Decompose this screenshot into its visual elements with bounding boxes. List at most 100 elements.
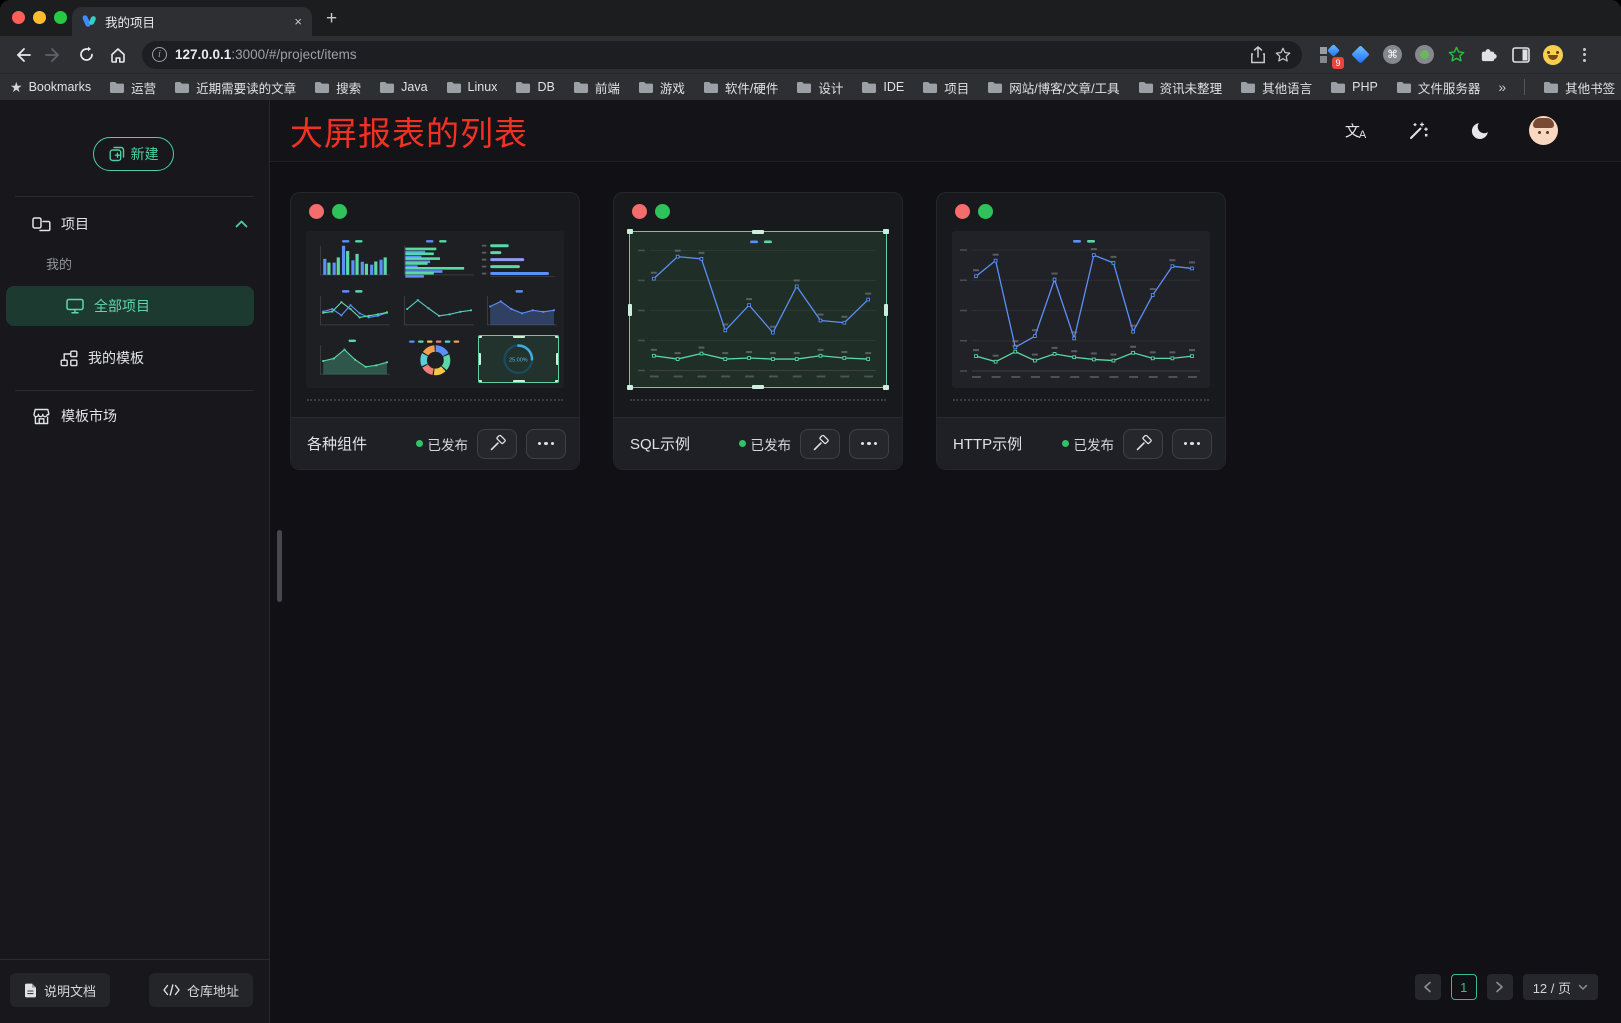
- folder-icon: [515, 81, 531, 94]
- page-title: 大屏报表的列表: [290, 107, 528, 155]
- store-icon: [32, 408, 51, 425]
- repo-button[interactable]: 仓库地址: [149, 973, 253, 1007]
- sidebar-section-projects[interactable]: 项目: [0, 205, 270, 243]
- language-toggle-icon[interactable]: 文A: [1343, 118, 1369, 144]
- dotted-divider: [307, 399, 563, 401]
- profile-smiley-icon[interactable]: [1542, 44, 1563, 65]
- page-header: 大屏报表的列表 文A: [270, 100, 1621, 162]
- evernote-extension-icon[interactable]: [1446, 44, 1467, 65]
- window-close-button[interactable]: [12, 11, 25, 24]
- bookmark-folder[interactable]: 项目: [922, 78, 969, 97]
- status-dot-icon: [416, 440, 423, 447]
- other-bookmarks-button[interactable]: 其他书签: [1543, 78, 1615, 97]
- status-dot-icon: [1062, 440, 1069, 447]
- command-extension-icon[interactable]: ⌘: [1382, 44, 1403, 65]
- bookmark-folder[interactable]: DB: [515, 80, 554, 94]
- browser-window: 我的项目 × + i 127.0.0.1:3000/#/project/item…: [0, 0, 1621, 1023]
- sidebar: 新建 项目 我的 全部项目 我的模板 模板市场: [0, 100, 270, 1023]
- bookmark-folder[interactable]: 软件/硬件: [703, 78, 778, 97]
- sidebar-item-template-market[interactable]: 模板市场: [0, 398, 270, 434]
- docs-button[interactable]: 说明文档: [10, 973, 110, 1007]
- user-avatar[interactable]: [1529, 116, 1558, 145]
- edit-button[interactable]: [1123, 429, 1163, 459]
- dotted-divider: [953, 399, 1209, 401]
- bookmarks-root[interactable]: ★ Bookmarks: [10, 79, 91, 96]
- edit-button[interactable]: [477, 429, 517, 459]
- project-card[interactable]: HTTP示例 已发布: [936, 192, 1226, 470]
- bookmark-folder[interactable]: PHP: [1330, 80, 1378, 94]
- project-card[interactable]: SQL示例 已发布: [613, 192, 903, 470]
- chrome-menu-icon[interactable]: [1574, 44, 1595, 65]
- new-project-button[interactable]: 新建: [93, 137, 174, 171]
- new-tab-button[interactable]: +: [326, 8, 337, 30]
- bookmark-folder[interactable]: Java: [379, 80, 427, 94]
- project-card-list: 25.00% 各种组件 已发布 SQL示例 已发布: [290, 192, 1226, 470]
- window-controls[interactable]: [12, 11, 67, 24]
- bookmarks-divider: [1524, 79, 1525, 95]
- project-card[interactable]: 25.00% 各种组件 已发布: [290, 192, 580, 470]
- dark-mode-moon-icon[interactable]: [1467, 118, 1493, 144]
- bookmark-folder[interactable]: 资讯未整理: [1138, 78, 1223, 97]
- side-panel-icon[interactable]: [1510, 44, 1531, 65]
- content-scrollbar[interactable]: [277, 530, 282, 602]
- home-button[interactable]: [104, 41, 132, 69]
- card-footer: HTTP示例 已发布: [937, 417, 1225, 469]
- tampermonkey-extension-icon[interactable]: 9: [1318, 44, 1339, 65]
- project-thumbnail[interactable]: 25.00%: [306, 231, 564, 388]
- magic-wand-icon[interactable]: [1405, 118, 1431, 144]
- more-button[interactable]: [526, 429, 566, 459]
- extensions-puzzle-icon[interactable]: [1478, 44, 1499, 65]
- mini-chart-capsules: [478, 236, 559, 283]
- project-thumbnail[interactable]: [952, 231, 1210, 388]
- page-size-select[interactable]: 12 / 页: [1523, 974, 1598, 1000]
- folder-icon: [1330, 81, 1346, 94]
- bookmark-folder[interactable]: 文件服务器: [1396, 78, 1481, 97]
- bookmark-folder[interactable]: 近期需要读的文章: [174, 78, 296, 97]
- hammer-icon: [489, 435, 506, 452]
- current-page-button[interactable]: 1: [1451, 974, 1477, 1000]
- more-button[interactable]: [849, 429, 889, 459]
- mini-chart-lines: [311, 286, 392, 333]
- window-zoom-button[interactable]: [54, 11, 67, 24]
- bookmark-folder[interactable]: 搜索: [314, 78, 361, 97]
- url-bar[interactable]: i 127.0.0.1:3000/#/project/items: [142, 41, 1302, 69]
- bookmark-folder[interactable]: IDE: [861, 80, 904, 94]
- sidebar-item-all-projects[interactable]: 全部项目: [6, 286, 254, 326]
- bookmark-star-icon[interactable]: [1274, 46, 1292, 64]
- tab-close-icon[interactable]: ×: [294, 14, 302, 29]
- browser-tab[interactable]: 我的项目 ×: [72, 7, 312, 36]
- site-info-icon[interactable]: i: [152, 47, 167, 62]
- bookmark-folder[interactable]: 设计: [796, 78, 843, 97]
- folder-icon: [861, 81, 877, 94]
- bookmark-folder[interactable]: 运营: [109, 78, 156, 97]
- monitor-icon: [66, 298, 84, 314]
- bookmark-folder[interactable]: 网站/博客/文章/工具: [987, 78, 1119, 97]
- sidebar-footer: 说明文档 仓库地址: [0, 959, 270, 1023]
- project-thumbnail[interactable]: [629, 231, 887, 388]
- browser-titlebar: 我的项目 × +: [0, 0, 1621, 36]
- url-text[interactable]: 127.0.0.1:3000/#/project/items: [175, 47, 1242, 62]
- bookmark-folder[interactable]: 前端: [573, 78, 620, 97]
- card-status-dots: [937, 193, 1225, 219]
- back-button[interactable]: [8, 41, 36, 69]
- next-page-button[interactable]: [1487, 974, 1513, 1000]
- chevron-up-icon[interactable]: [235, 220, 248, 228]
- gem-extension-icon[interactable]: [1350, 44, 1371, 65]
- more-button[interactable]: [1172, 429, 1212, 459]
- bookmarks-overflow-button[interactable]: »: [1498, 79, 1506, 95]
- bookmark-folder[interactable]: 其他语言: [1240, 78, 1312, 97]
- prev-page-button[interactable]: [1415, 974, 1441, 1000]
- card-footer: SQL示例 已发布: [614, 417, 902, 469]
- green-dot-icon: [978, 204, 993, 219]
- forward-button[interactable]: [40, 41, 68, 69]
- recorder-extension-icon[interactable]: [1414, 44, 1435, 65]
- reload-button[interactable]: [72, 41, 100, 69]
- window-minimize-button[interactable]: [33, 11, 46, 24]
- share-icon[interactable]: [1250, 46, 1266, 64]
- sidebar-item-my-templates[interactable]: 我的模板: [0, 340, 270, 376]
- folder-icon: [314, 81, 330, 94]
- bookmark-folder[interactable]: 游戏: [638, 78, 685, 97]
- edit-button[interactable]: [800, 429, 840, 459]
- bookmark-folder[interactable]: Linux: [446, 80, 498, 94]
- main-content: 大屏报表的列表 文A 25.00% 各种组件 已发布: [270, 100, 1621, 1023]
